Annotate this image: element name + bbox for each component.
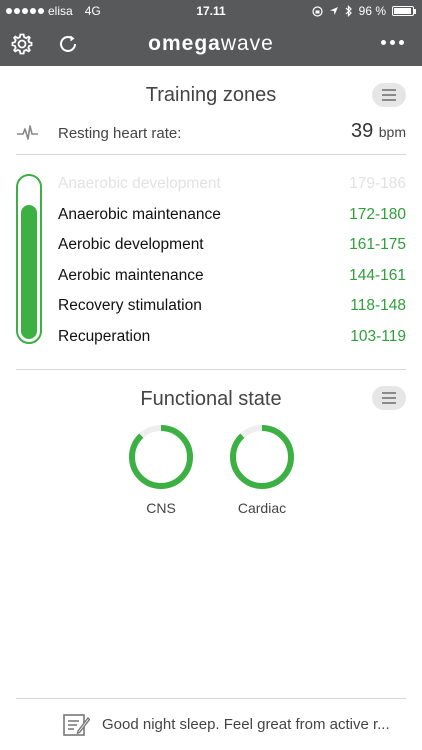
training-zones-title: Training zones (145, 84, 277, 106)
cardiac-indicator[interactable]: Cardiac (222, 424, 302, 516)
zone-name: Aerobic development (58, 236, 204, 254)
orientation-lock-icon (312, 5, 323, 17)
zone-range: 161-175 (349, 236, 406, 254)
resting-heart-rate-number: 39 (350, 120, 374, 142)
zone-name: Recovery stimulation (58, 297, 202, 315)
battery-percent: 96 % (358, 4, 386, 18)
zone-row: Recuperation 103-119 (58, 328, 406, 352)
daily-message-bar[interactable]: Good night sleep. Feel great from active… (0, 698, 422, 750)
zone-name: Aerobic maintenance (58, 266, 204, 284)
daily-message-text: Good night sleep. Feel great from active… (102, 716, 390, 733)
app-header: omegawave (0, 22, 422, 66)
resting-heart-rate-label: Resting heart rate: (58, 125, 182, 142)
zone-name: Anaerobic development (58, 175, 221, 192)
resting-heart-rate-unit: bpm (378, 124, 406, 140)
resting-heart-rate-row: Resting heart rate: 39 bpm (16, 118, 406, 148)
more-options-button[interactable] (381, 40, 404, 45)
zone-row: Aerobic maintenance 144-161 (58, 267, 406, 291)
divider (16, 698, 406, 699)
note-edit-icon (63, 714, 90, 736)
zone-row: Anaerobic development 179-186 (58, 175, 406, 199)
zone-range: 179-186 (349, 175, 406, 192)
divider (16, 369, 406, 370)
functional-state-title: Functional state (140, 388, 282, 410)
status-bar: elisa 4G 17.11 96 % (0, 0, 422, 22)
zone-row: Anaerobic maintenance 172-180 (58, 206, 406, 230)
resting-heart-rate-value: 39 bpm (351, 120, 406, 143)
status-right: 96 % (312, 4, 416, 18)
zone-row: Recovery stimulation 118-148 (58, 297, 406, 321)
battery-icon (392, 6, 416, 16)
zone-level-bar (16, 174, 42, 344)
cns-label: CNS (146, 500, 176, 516)
cardiac-label: Cardiac (237, 500, 287, 516)
divider (16, 154, 406, 155)
cns-indicator[interactable]: CNS (121, 424, 201, 516)
bluetooth-icon (345, 5, 352, 17)
heart-rate-icon (17, 125, 38, 140)
location-icon (329, 7, 338, 15)
zone-range: 172-180 (349, 205, 406, 223)
zone-name: Anaerobic maintenance (58, 205, 221, 223)
cns-ring (129, 425, 193, 489)
zone-name: Recuperation (58, 328, 151, 345)
zone-level-fill (21, 204, 37, 339)
zone-range: 118-148 (350, 297, 406, 315)
functional-state-menu-button[interactable] (372, 386, 406, 410)
training-zones-menu-button[interactable] (372, 83, 406, 107)
zone-range: 103-119 (350, 328, 406, 345)
cardiac-ring (230, 425, 294, 489)
app-logo: omegawave (148, 32, 274, 55)
zone-row: Aerobic development 161-175 (58, 236, 406, 260)
zone-range: 144-161 (349, 266, 406, 284)
